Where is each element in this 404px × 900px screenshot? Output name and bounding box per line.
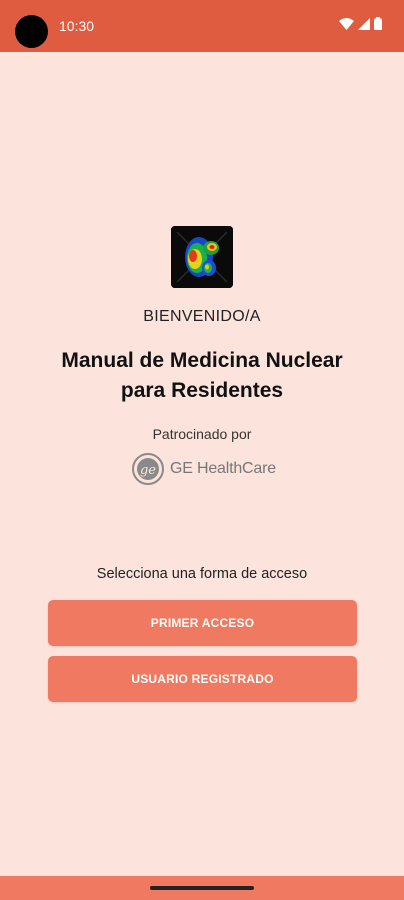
ge-monogram-icon: ge (132, 453, 164, 485)
access-prompt: Selecciona una forma de acceso (96, 566, 308, 582)
welcome-label: BIENVENIDO/A (143, 308, 261, 325)
registered-user-button[interactable]: USUARIO REGISTRADO (48, 656, 357, 702)
nuclear-scan-icon (171, 226, 233, 288)
first-access-button[interactable]: PRIMER ACCESO (48, 600, 357, 646)
sponsored-by-label: Patrocinado por (152, 426, 252, 442)
title-line-1: Manual de Medicina Nuclear (61, 349, 343, 372)
svg-text:ge: ge (140, 463, 156, 478)
page-title: Manual de Medicina Nuclear para Resident… (30, 346, 374, 406)
status-icons (339, 17, 382, 30)
wifi-icon (339, 17, 354, 30)
app-logo (171, 226, 233, 288)
status-time: 10:30 (59, 18, 95, 34)
battery-icon (374, 17, 382, 30)
camera-cutout (15, 15, 48, 48)
navigation-bar (0, 876, 404, 900)
sponsor-name: GE HealthCare (170, 460, 276, 477)
status-bar: 10:30 (0, 0, 404, 52)
home-gesture-handle[interactable] (150, 886, 254, 890)
sponsor-logo: ge GE HealthCare (132, 452, 276, 486)
title-line-2: para Residentes (120, 379, 284, 402)
signal-icon (358, 17, 370, 30)
